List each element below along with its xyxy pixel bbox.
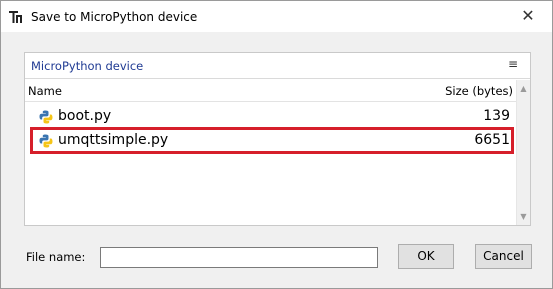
panel-header: MicroPython device ≡ bbox=[25, 53, 530, 79]
column-header: Name Size (bytes) bbox=[25, 80, 516, 102]
title-bar[interactable]: Save to MicroPython device ✕ bbox=[1, 1, 552, 32]
file-size: 6651 bbox=[474, 132, 510, 148]
file-row-umqttsimple[interactable]: umqttsimple.py 6651 bbox=[25, 127, 516, 154]
panel-title: MicroPython device bbox=[31, 59, 144, 73]
close-icon[interactable]: ✕ bbox=[520, 8, 536, 24]
scroll-up-icon[interactable]: ▲ bbox=[519, 84, 528, 93]
file-row-boot[interactable]: boot.py 139 bbox=[25, 105, 516, 129]
thonny-app-icon bbox=[9, 11, 22, 23]
column-name-header[interactable]: Name bbox=[28, 84, 62, 98]
vertical-scrollbar[interactable]: ▲ ▼ bbox=[516, 80, 530, 225]
device-file-browser: MicroPython device ≡ Name Size (bytes) b… bbox=[24, 52, 531, 226]
file-name-label: File name: bbox=[26, 250, 86, 264]
window-title: Save to MicroPython device bbox=[31, 10, 198, 24]
file-name: boot.py bbox=[58, 108, 112, 124]
save-dialog-window: Save to MicroPython device ✕ MicroPython… bbox=[0, 0, 553, 289]
ok-button[interactable]: OK bbox=[398, 244, 454, 269]
column-size-header[interactable]: Size (bytes) bbox=[445, 84, 513, 98]
python-file-icon bbox=[39, 134, 53, 148]
file-name: umqttsimple.py bbox=[58, 132, 169, 148]
cancel-button[interactable]: Cancel bbox=[475, 244, 532, 269]
menu-icon[interactable]: ≡ bbox=[508, 57, 518, 71]
file-name-input[interactable] bbox=[100, 247, 378, 268]
python-file-icon bbox=[39, 110, 53, 124]
file-size: 139 bbox=[483, 108, 510, 124]
scroll-down-icon[interactable]: ▼ bbox=[519, 212, 528, 221]
